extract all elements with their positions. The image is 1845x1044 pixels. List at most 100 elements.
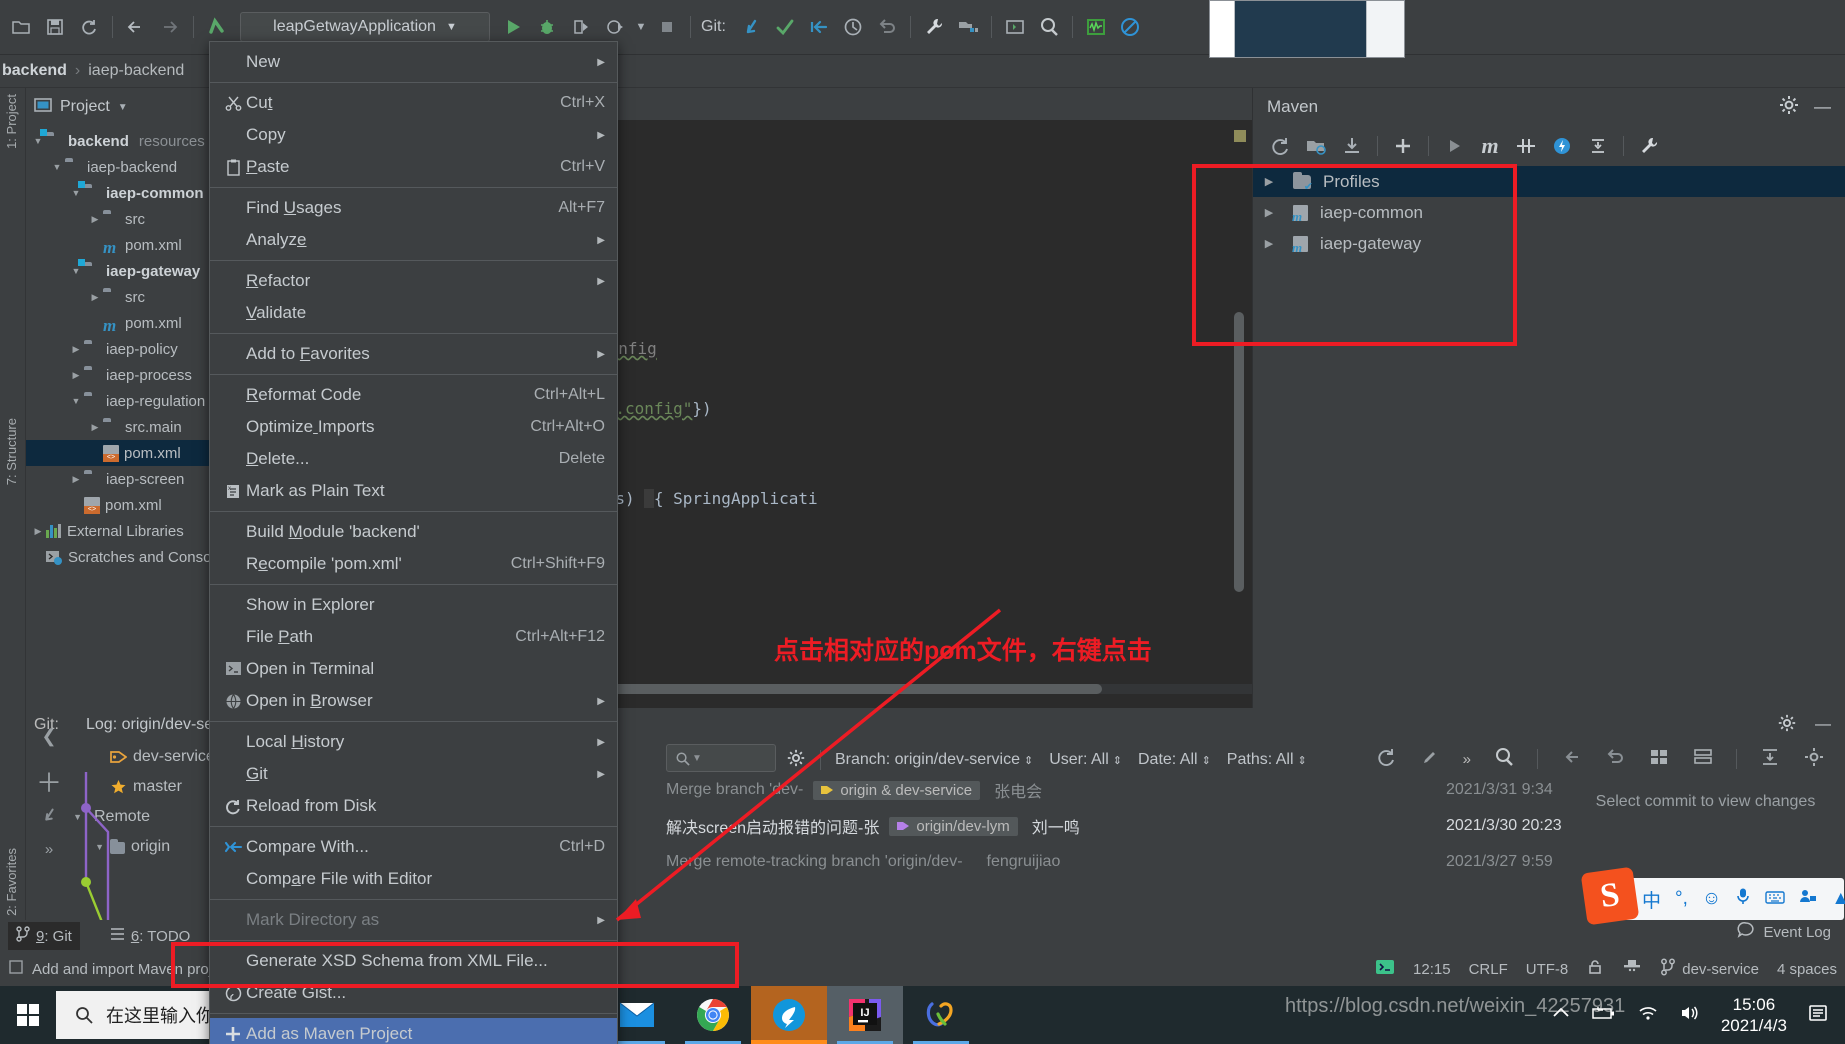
tree-expand-arrow[interactable]: ▶: [87, 292, 103, 303]
project-tree-row[interactable]: ▶mpom.xml: [26, 232, 221, 258]
menu-item-paste[interactable]: Paste Ctrl+V: [210, 151, 617, 183]
disable-inspection-icon[interactable]: [1113, 10, 1147, 44]
refresh-icon[interactable]: [1375, 746, 1397, 772]
git-filter[interactable]: Branch: origin/dev-service ⇕: [835, 751, 1033, 769]
project-tree-row[interactable]: ▶Scratches and Consoles: [26, 544, 231, 570]
error-stripe-marker[interactable]: [1234, 130, 1246, 142]
tool-strip-structure-label[interactable]: 7: Structure: [4, 418, 19, 485]
profile-icon[interactable]: [598, 10, 632, 44]
gear-icon[interactable]: [786, 748, 806, 772]
tree-expand-arrow[interactable]: ▶: [87, 422, 103, 433]
highlight-icon[interactable]: [1419, 746, 1441, 772]
more-actions-icon[interactable]: »: [26, 832, 72, 866]
tree-expand-arrow[interactable]: ▶: [68, 344, 84, 355]
wps-icon[interactable]: [903, 986, 979, 1044]
menu-item-add-to-favorites[interactable]: Add to Favorites ▶: [210, 338, 617, 370]
user-icon[interactable]: [1799, 888, 1817, 910]
sync-icon[interactable]: [72, 10, 106, 44]
git-filter[interactable]: Paths: All ⇕: [1227, 751, 1307, 769]
layout-rows-icon[interactable]: [1692, 746, 1714, 772]
project-tree-row[interactable]: ▼ iaep-gateway: [26, 258, 221, 284]
terminal-status-icon[interactable]: [1375, 957, 1395, 981]
download-sources-icon[interactable]: [1335, 131, 1369, 161]
run-icon[interactable]: [496, 10, 530, 44]
commit-icon[interactable]: [768, 10, 802, 44]
tool-strip-project-label[interactable]: 1: Project: [4, 94, 19, 149]
minimize-icon[interactable]: —: [1814, 97, 1831, 117]
microphone-icon[interactable]: [1735, 887, 1751, 911]
maven-tree-row[interactable]: ▶ iaep-common: [1253, 197, 1845, 228]
forward-arrow-icon[interactable]: [153, 10, 187, 44]
bottom-tab-todo[interactable]: 6: TODO: [102, 923, 198, 949]
updown-caret-icon[interactable]: ⇕: [1113, 754, 1122, 767]
search-icon[interactable]: [1493, 746, 1515, 772]
tree-expand-arrow[interactable]: ▶: [30, 526, 46, 537]
menu-item-analyze[interactable]: Analyze ▶: [210, 224, 617, 256]
windows-start-button[interactable]: [0, 986, 56, 1044]
undo-checkout-icon[interactable]: [200, 10, 234, 44]
menu-item-reformat-code[interactable]: Reformat Code Ctrl+Alt+L: [210, 379, 617, 411]
caret-position[interactable]: 12:15: [1413, 961, 1451, 978]
rollback-icon[interactable]: [870, 10, 904, 44]
execute-goal-icon[interactable]: m: [1473, 131, 1507, 161]
git-filter[interactable]: User: All ⇕: [1049, 751, 1122, 769]
updown-caret-icon[interactable]: ⇕: [1202, 754, 1211, 767]
git-filter[interactable]: Date: All ⇕: [1138, 751, 1211, 769]
tree-expand-arrow[interactable]: ▼: [68, 188, 84, 198]
menu-item-cut[interactable]: Cut Ctrl+X: [210, 87, 617, 119]
run-coverage-icon[interactable]: [564, 10, 598, 44]
toggle-skip-tests-icon[interactable]: [1509, 131, 1543, 161]
menu-item-show-in-explorer[interactable]: Show in Explorer: [210, 589, 617, 621]
editor-scrollbar-thumb[interactable]: [1234, 312, 1244, 592]
menu-item-refactor[interactable]: Refactor ▶: [210, 265, 617, 297]
chevron-down-icon[interactable]: ▼: [118, 102, 128, 113]
line-separator[interactable]: CRLF: [1469, 961, 1508, 978]
push-icon[interactable]: [802, 10, 836, 44]
search-everywhere-icon[interactable]: [1032, 10, 1066, 44]
more-actions-icon[interactable]: »: [1463, 751, 1471, 768]
menu-item-generate-xsd-schema-from-xml-file[interactable]: Generate XSD Schema from XML File...: [210, 945, 617, 977]
file-encoding[interactable]: UTF-8: [1526, 961, 1569, 978]
code-scan-icon[interactable]: [1079, 10, 1113, 44]
menu-item-add-as-maven-project[interactable]: Add as Maven Project: [210, 1018, 617, 1044]
project-tree-row[interactable]: ▼ iaep-regulation: [26, 388, 221, 414]
project-tree-row[interactable]: ▼ iaep-backend: [26, 154, 221, 180]
menu-item-mark-as-plain-text[interactable]: x Mark as Plain Text: [210, 475, 617, 507]
tool-strip-favorites-label[interactable]: 2: Favorites: [4, 848, 19, 916]
minimize-icon[interactable]: —: [1815, 716, 1831, 734]
ime-floating-bar[interactable]: S 中 °, ☺ ▲: [1580, 866, 1845, 926]
open-folder-icon[interactable]: [4, 10, 38, 44]
menu-item-compare-with[interactable]: Compare With... Ctrl+D: [210, 831, 617, 863]
expand-up-icon[interactable]: ▲: [1831, 888, 1845, 910]
add-icon[interactable]: ＋: [26, 764, 72, 798]
commit-ref-badge[interactable]: origin & dev-service: [813, 780, 981, 800]
maven-tree-row[interactable]: ▶ Profiles: [1253, 166, 1845, 197]
undo-icon[interactable]: [1604, 746, 1626, 772]
intellij-idea-icon[interactable]: IJ: [827, 986, 903, 1044]
indent-setting[interactable]: 4 spaces: [1777, 961, 1837, 978]
menu-item-open-in-terminal[interactable]: Open in Terminal: [210, 653, 617, 685]
terminal-icon[interactable]: [998, 10, 1032, 44]
maven-tree-row[interactable]: ▶ iaep-gateway: [1253, 228, 1845, 259]
project-tree-row[interactable]: ▶ src: [26, 284, 221, 310]
lock-icon[interactable]: [1586, 958, 1604, 980]
update-project-icon[interactable]: [734, 10, 768, 44]
gear-icon[interactable]: [1778, 94, 1800, 121]
menu-item-compare-file-with-editor[interactable]: Compare File with Editor: [210, 863, 617, 895]
project-tree-row[interactable]: ▶ External Libraries: [26, 518, 221, 544]
project-tree-row[interactable]: ▶pom.xml: [26, 492, 221, 518]
menu-item-local-history[interactable]: Local History ▶: [210, 726, 617, 758]
project-tree-row[interactable]: ▼ backend resources: [26, 128, 221, 154]
smiley-icon[interactable]: ☺: [1702, 888, 1721, 910]
project-tree-row[interactable]: ▶ iaep-policy: [26, 336, 221, 362]
project-tree-row[interactable]: ▶ src.main: [26, 414, 221, 440]
project-tree-row[interactable]: ▼ iaep-common: [26, 180, 221, 206]
commit-row[interactable]: Merge remote-tracking branch 'origin/dev…: [666, 844, 1536, 880]
tree-expand-arrow[interactable]: ▼: [68, 266, 84, 276]
current-branch[interactable]: dev-service: [1682, 961, 1759, 978]
layout-columns-icon[interactable]: [1648, 746, 1670, 772]
project-tree-row[interactable]: ▶ iaep-process: [26, 362, 221, 388]
tree-expand-arrow[interactable]: ▶: [87, 214, 103, 225]
commit-list[interactable]: Merge branch 'dev-origin & dev-service 张电…: [666, 772, 1536, 880]
menu-item-file-path[interactable]: File Path Ctrl+Alt+F12: [210, 621, 617, 653]
